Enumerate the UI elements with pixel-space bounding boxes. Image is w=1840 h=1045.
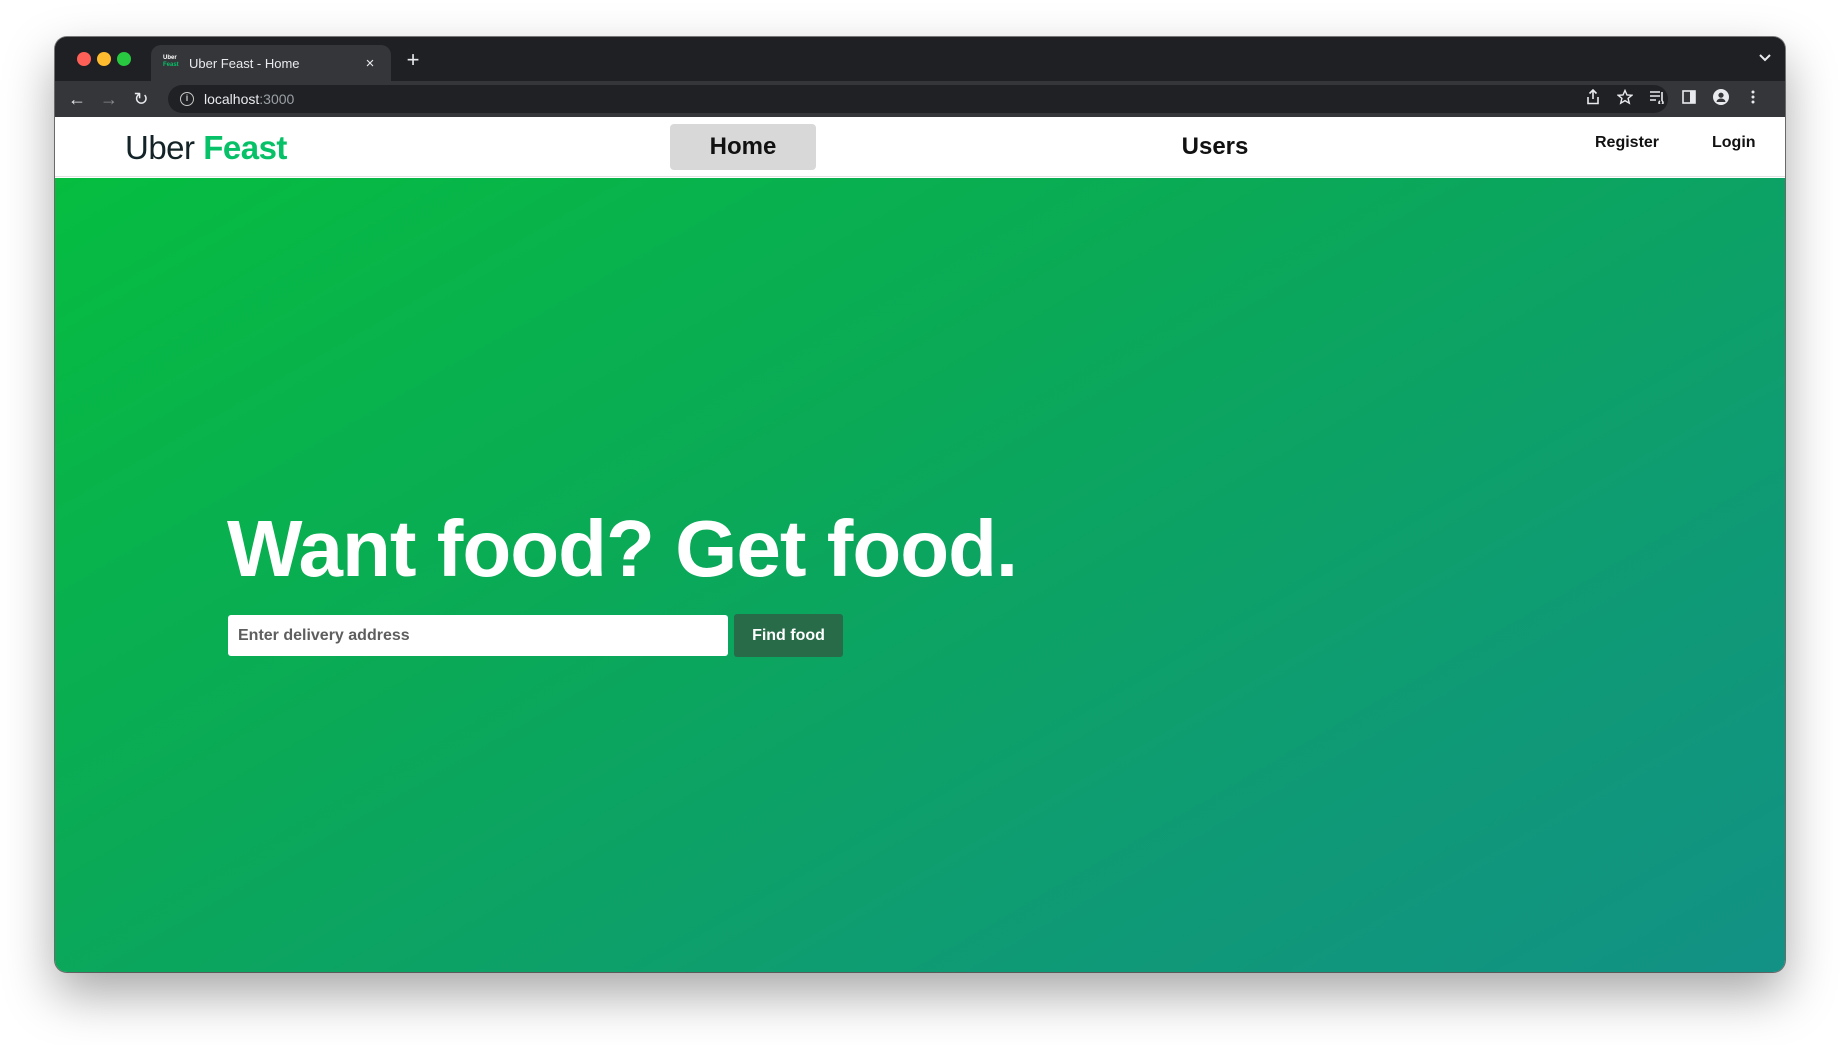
url-port: :3000	[259, 91, 295, 107]
browser-toolbar: ← → ↻ i localhost :3000	[55, 81, 1785, 117]
new-tab-button[interactable]: +	[401, 49, 425, 71]
site-info-icon[interactable]: i	[180, 92, 194, 106]
favicon-line-1: Uber	[163, 55, 177, 61]
browser-window: Uber Feast Uber Feast - Home × + ← → ↻ i…	[55, 37, 1785, 972]
login-link[interactable]: Login	[1712, 134, 1756, 152]
bookmark-star-icon[interactable]	[1615, 88, 1635, 109]
site-header: Uber Feast Home Users Register Login	[55, 117, 1785, 177]
register-link[interactable]: Register	[1595, 134, 1659, 152]
uber-feast-logo[interactable]: Uber Feast	[125, 129, 287, 167]
logo-feast-text: Feast	[203, 129, 287, 166]
active-tab[interactable]: Uber Feast Uber Feast - Home ×	[151, 45, 391, 81]
tab-strip: Uber Feast Uber Feast - Home × +	[55, 37, 1785, 81]
address-bar[interactable]: i localhost :3000	[168, 85, 1668, 113]
side-panel-icon[interactable]	[1679, 89, 1699, 109]
close-window-button[interactable]	[77, 52, 91, 66]
more-menu-icon[interactable]	[1743, 89, 1763, 109]
tab-search-chevron-icon[interactable]	[1759, 51, 1771, 65]
tab-title: Uber Feast - Home	[189, 55, 300, 71]
nav-home-link[interactable]: Home	[670, 124, 816, 170]
find-food-button[interactable]: Find food	[734, 614, 843, 657]
uber-feast-favicon-icon: Uber Feast	[163, 55, 181, 71]
profile-icon[interactable]	[1711, 89, 1731, 109]
delivery-address-input[interactable]	[228, 615, 728, 656]
logo-uber-text: Uber	[125, 129, 195, 166]
reading-list-icon[interactable]	[1647, 89, 1667, 109]
minimize-window-button[interactable]	[97, 52, 111, 66]
share-icon[interactable]	[1583, 88, 1603, 109]
maximize-window-button[interactable]	[117, 52, 131, 66]
web-page: Uber Feast Home Users Register Login Wan…	[55, 117, 1785, 972]
url-host: localhost	[204, 91, 260, 107]
reload-button[interactable]: ↻	[129, 87, 153, 111]
forward-button[interactable]: →	[97, 87, 121, 111]
tab-close-icon[interactable]: ×	[361, 55, 379, 72]
back-button[interactable]: ←	[65, 87, 89, 111]
nav-users-link[interactable]: Users	[1155, 124, 1275, 170]
hero-headline: Want food? Get food.	[227, 504, 1018, 593]
hero-section: Want food? Get food. Find food	[55, 178, 1785, 972]
favicon-line-2: Feast	[163, 62, 179, 68]
